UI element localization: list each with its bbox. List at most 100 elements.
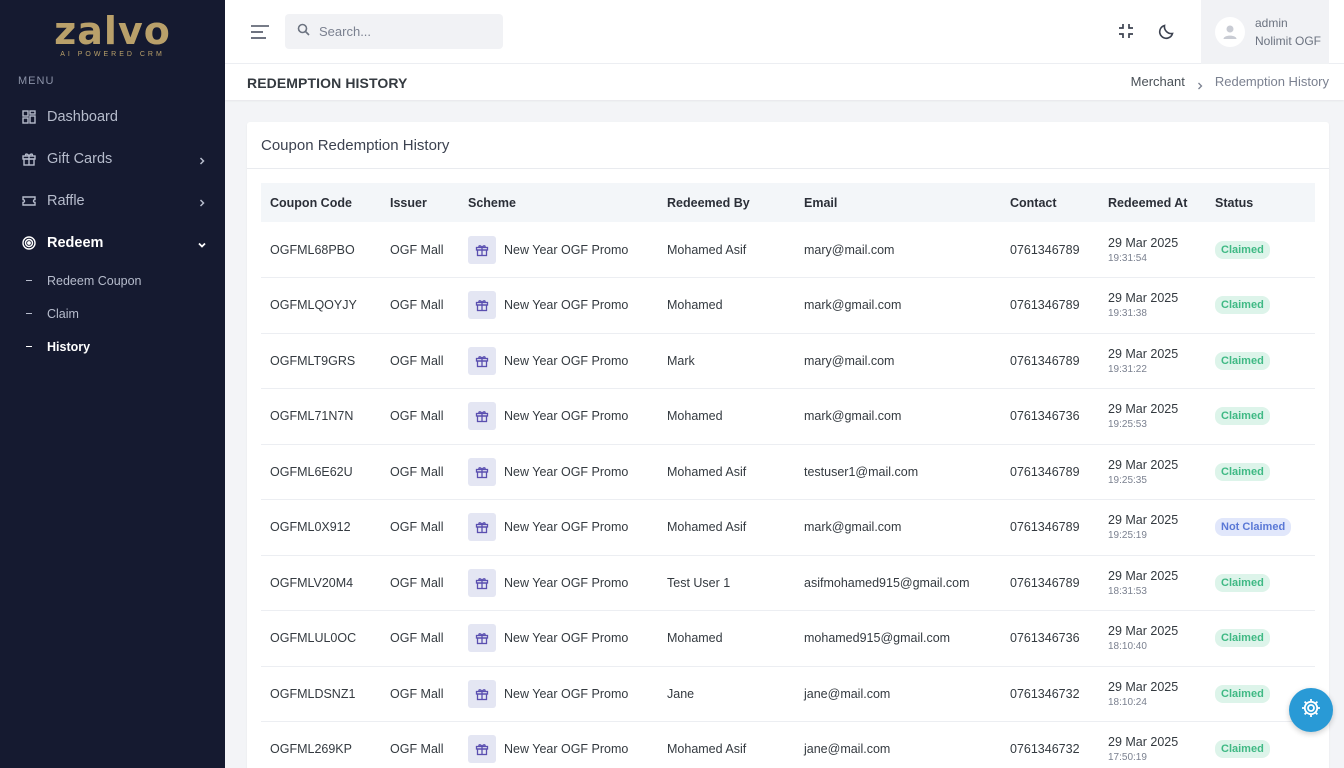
sidebar-subitem-label: Claim	[47, 306, 79, 321]
coupon-code: OGFML6E62U	[270, 464, 353, 479]
chevron-down-icon	[197, 238, 207, 248]
scheme-name: New Year OGF Promo	[504, 298, 629, 313]
issuer: OGF Mall	[390, 409, 444, 424]
status-badge: Not Claimed	[1215, 518, 1292, 537]
column-header[interactable]: Email	[795, 183, 1001, 222]
chevron-right-icon	[1196, 78, 1204, 89]
issuer: OGF Mall	[390, 353, 444, 368]
redeemed-by: Mark	[667, 353, 695, 368]
redeemed-at: 29 Mar 2025 17:50:19	[1099, 722, 1206, 768]
scheme-name: New Year OGF Promo	[504, 686, 629, 701]
redeemed-date: 29 Mar 2025	[1108, 624, 1179, 639]
redeemed-date: 29 Mar 2025	[1108, 513, 1179, 528]
fullscreen-exit-icon[interactable]	[1117, 22, 1135, 40]
avatar	[1215, 17, 1245, 47]
sidebar-item-label: Redeem	[47, 235, 104, 251]
table-row[interactable]: OGFMLT9GRS OGF Mall New Year OGF Promo Mark…	[261, 333, 1315, 389]
breadcrumb: Merchant Redemption History	[1131, 74, 1329, 89]
table-row[interactable]: OGFML6E62U OGF Mall New Year OGF Promo Moha…	[261, 444, 1315, 500]
redeemed-date: 29 Mar 2025	[1108, 457, 1179, 472]
contact: 0761346789	[1010, 520, 1080, 535]
redeemed-time: 19:31:54	[1108, 252, 1147, 264]
dark-mode-icon[interactable]	[1158, 22, 1176, 40]
email: mohamed915@gmail.com	[804, 631, 951, 646]
sidebar-subitem-redeem-coupon[interactable]: Redeem Coupon	[0, 264, 225, 297]
dashboard-icon	[22, 110, 36, 124]
table-row[interactable]: OGFMLDSNZ1 OGF Mall New Year OGF Promo Jane…	[261, 666, 1315, 722]
search-input[interactable]	[319, 24, 489, 39]
menu-toggle-icon[interactable]	[250, 22, 270, 42]
redeemed-by: Mohamed	[667, 631, 723, 646]
sidebar-item-dashboard[interactable]: Dashboard	[0, 96, 225, 138]
status-badge: Claimed	[1215, 462, 1270, 481]
scheme-name: New Year OGF Promo	[504, 575, 629, 590]
user-menu[interactable]: admin Nolimit OGF	[1201, 0, 1329, 64]
scheme-name: New Year OGF Promo	[504, 353, 629, 368]
column-header[interactable]: Scheme	[459, 183, 658, 222]
column-header[interactable]: Issuer	[381, 183, 459, 222]
column-header[interactable]: Coupon Code	[261, 183, 381, 222]
page-title: REDEMPTION HISTORY	[247, 75, 408, 91]
contact: 0761346789	[1010, 298, 1080, 313]
redeemed-by: Mohamed Asif	[667, 464, 747, 479]
status-badge: Claimed	[1215, 740, 1270, 759]
page-title-bar: REDEMPTION HISTORY Merchant Redemption H…	[225, 64, 1344, 100]
email: mark@gmail.com	[804, 520, 902, 535]
brand-logo[interactable]: zalvo AI POWERED CRM	[0, 0, 225, 64]
redeemed-date: 29 Mar 2025	[1108, 402, 1179, 417]
scheme-cell: New Year OGF Promo	[459, 666, 658, 722]
email: asifmohamed915@gmail.com	[804, 575, 970, 590]
redeemed-date: 29 Mar 2025	[1108, 291, 1179, 306]
status-badge: Claimed	[1215, 684, 1270, 703]
settings-button[interactable]	[1289, 688, 1333, 732]
email: mark@gmail.com	[804, 409, 902, 424]
sidebar-subitem-history[interactable]: History	[0, 330, 225, 363]
table-row[interactable]: OGFML71N7N OGF Mall New Year OGF Promo Moha…	[261, 389, 1315, 445]
column-header[interactable]: Redeemed At	[1099, 183, 1206, 222]
brand-name: zalvo	[54, 9, 171, 53]
table-row[interactable]: OGFMLQOYJY OGF Mall New Year OGF Promo Moha…	[261, 278, 1315, 333]
brand-tagline: AI POWERED CRM	[60, 51, 165, 58]
scheme-cell: New Year OGF Promo	[459, 555, 658, 611]
email: jane@mail.com	[804, 742, 891, 757]
table-row[interactable]: OGFML269KP OGF Mall New Year OGF Promo Moha…	[261, 722, 1315, 768]
menu-title: MENU	[18, 75, 55, 87]
search-icon	[297, 23, 310, 41]
redeemed-date: 29 Mar 2025	[1108, 735, 1179, 750]
redeemed-time: 19:25:19	[1108, 530, 1147, 542]
redeemed-at: 29 Mar 2025 18:10:40	[1099, 611, 1206, 667]
issuer: OGF Mall	[390, 575, 444, 590]
email: jane@mail.com	[804, 686, 891, 701]
table-row[interactable]: OGFMLUL0OC OGF Mall New Year OGF Promo Moha…	[261, 611, 1315, 667]
gift-icon	[468, 346, 496, 375]
breadcrumb-merchant[interactable]: Merchant	[1131, 74, 1185, 89]
card-header: Coupon Redemption History	[247, 122, 1329, 169]
card-title: Coupon Redemption History	[261, 137, 450, 154]
sidebar-item-raffle[interactable]: Raffle	[0, 180, 225, 222]
status-badge: Claimed	[1215, 240, 1270, 259]
issuer: OGF Mall	[390, 242, 444, 257]
scheme-cell: New Year OGF Promo	[459, 389, 658, 445]
contact: 0761346789	[1010, 575, 1080, 590]
table-row[interactable]: OGFML0X912 OGF Mall New Year OGF Promo Moha…	[261, 500, 1315, 555]
redeemed-time: 19:25:35	[1108, 474, 1147, 486]
column-header[interactable]: Status	[1206, 183, 1315, 222]
redeemed-date: 29 Mar 2025	[1108, 346, 1179, 361]
column-header[interactable]: Contact	[1001, 183, 1099, 222]
table-body: OGFML68PBO OGF Mall New Year OGF Promo Moha…	[261, 222, 1315, 768]
email: mary@mail.com	[804, 242, 895, 257]
table-header-row: Coupon Code Issuer Scheme Redeemed By Em…	[261, 183, 1315, 222]
redeemed-time: 18:10:40	[1108, 641, 1147, 653]
redeemed-time: 19:31:38	[1108, 308, 1147, 320]
gift-icon	[468, 457, 496, 486]
sidebar-item-gift-cards[interactable]: Gift Cards	[0, 138, 225, 180]
redeemed-time: 19:31:22	[1108, 363, 1147, 375]
scheme-name: New Year OGF Promo	[504, 464, 629, 479]
table-row[interactable]: OGFMLV20M4 OGF Mall New Year OGF Promo Test…	[261, 555, 1315, 611]
column-header[interactable]: Redeemed By	[658, 183, 795, 222]
table-row[interactable]: OGFML68PBO OGF Mall New Year OGF Promo Moha…	[261, 222, 1315, 278]
sidebar-subitem-claim[interactable]: Claim	[0, 297, 225, 330]
redeemed-by: Mohamed Asif	[667, 242, 747, 257]
sidebar-item-redeem[interactable]: Redeem	[0, 222, 225, 264]
status-cell: Claimed	[1206, 222, 1315, 278]
